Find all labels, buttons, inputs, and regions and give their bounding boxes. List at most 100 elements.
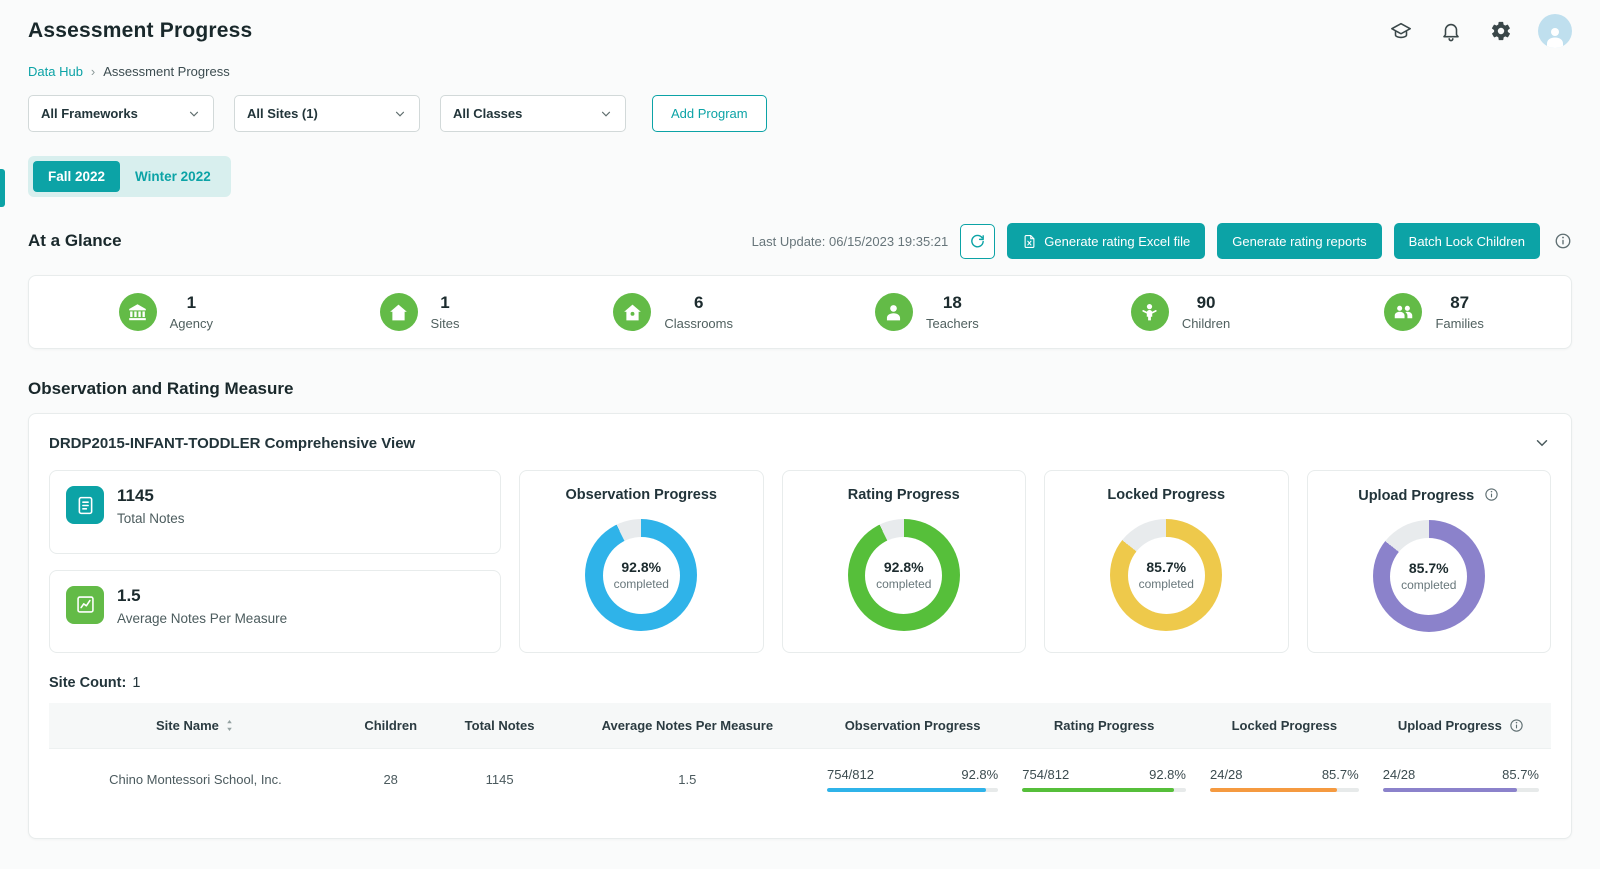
- glance-actions: Last Update: 06/15/2023 19:35:21 Generat…: [752, 223, 1572, 259]
- last-update-text: Last Update: 06/15/2023 19:35:21: [751, 233, 949, 249]
- donut-title: Rating Progress: [847, 487, 960, 503]
- stat-classrooms: 6 Classrooms: [546, 293, 800, 331]
- locked-progress-card: Locked Progress 85.7% completed: [1044, 470, 1289, 653]
- total-notes-card: 1145 Total Notes: [49, 470, 501, 554]
- cell-observation-progress: 754/812 92.8%: [814, 748, 1011, 810]
- graduation-cap-icon[interactable]: [1390, 20, 1412, 42]
- donut-subtext: completed: [1138, 577, 1194, 591]
- donut-subtext: completed: [876, 577, 932, 591]
- info-icon[interactable]: [1484, 487, 1499, 502]
- column-upload-progress: Upload Progress: [1371, 703, 1551, 749]
- average-notes-card: 1.5 Average Notes Per Measure: [49, 569, 501, 653]
- column-rating-progress: Rating Progress: [1053, 718, 1155, 733]
- cell-children: 28: [341, 748, 440, 810]
- progress-fraction: 24/28: [1382, 767, 1416, 782]
- bank-icon: [118, 293, 157, 331]
- info-icon[interactable]: [1554, 232, 1572, 250]
- upload-progress-donut: 85.7% completed: [1372, 520, 1485, 632]
- add-program-button[interactable]: Add Program: [652, 95, 767, 132]
- table-row: Chino Montessori School, Inc. 28 1145 1.…: [49, 748, 1551, 810]
- classes-select[interactable]: All Classes: [440, 95, 626, 132]
- measure-icon: [66, 585, 104, 624]
- stat-value: 1: [440, 293, 450, 312]
- locked-progress-bar: [1209, 788, 1359, 792]
- column-total-notes: Total Notes: [464, 718, 535, 733]
- filter-bar: All Frameworks All Sites (1) All Classes…: [28, 95, 1572, 132]
- stat-children: 90 Children: [1054, 293, 1308, 331]
- frameworks-select-value: All Frameworks: [41, 106, 138, 121]
- stat-sites: 1 Sites: [293, 293, 547, 331]
- stat-value: 87: [1450, 293, 1470, 312]
- refresh-button[interactable]: [960, 223, 996, 259]
- at-a-glance-title: At a Glance: [28, 231, 122, 250]
- top-bar: Assessment Progress: [28, 0, 1572, 48]
- home-icon: [379, 293, 418, 331]
- donut-title: Locked Progress: [1107, 487, 1226, 503]
- sites-select[interactable]: All Sites (1): [234, 95, 420, 132]
- stat-value: 6: [693, 293, 704, 312]
- chevron-down-icon[interactable]: [1533, 434, 1551, 452]
- person-icon: [874, 293, 913, 331]
- chevron-down-icon: [187, 107, 201, 121]
- progress-fraction: 754/812: [826, 767, 874, 782]
- chevron-down-icon: [393, 107, 407, 121]
- donut-title: Upload Progress: [1318, 487, 1541, 504]
- frameworks-select[interactable]: All Frameworks: [28, 95, 214, 132]
- observation-section-title: Observation and Rating Measure: [28, 379, 294, 398]
- tab-fall-2022[interactable]: Fall 2022: [33, 161, 121, 192]
- info-icon[interactable]: [1509, 718, 1524, 733]
- generate-reports-button[interactable]: Generate rating reports: [1217, 223, 1382, 259]
- cell-average-notes: 1.5: [559, 748, 815, 810]
- table-header-row: Site Name Children Total Notes Average N…: [49, 703, 1551, 749]
- summary-column: 1145 Total Notes 1.5 Average Notes Per M…: [49, 470, 501, 653]
- framework-card-title: DRDP2015-INFANT-TODDLER Comprehensive Vi…: [49, 434, 416, 452]
- breadcrumb-data-hub[interactable]: Data Hub: [28, 64, 83, 79]
- generate-excel-button[interactable]: Generate rating Excel file: [1007, 223, 1206, 259]
- donut-title: Observation Progress: [565, 487, 718, 503]
- framework-card-header[interactable]: DRDP2015-INFANT-TODDLER Comprehensive Vi…: [49, 434, 1551, 452]
- stat-label: Families: [1435, 316, 1484, 331]
- progress-percent: 92.8%: [961, 767, 999, 782]
- breadcrumb: Data Hub › Assessment Progress: [28, 64, 1572, 79]
- progress-percent: 92.8%: [1149, 767, 1186, 782]
- family-icon: [1384, 293, 1423, 331]
- site-count-label: Site Count:: [49, 675, 127, 691]
- donut-percent: 92.8%: [883, 559, 924, 575]
- page-title: Assessment Progress: [28, 19, 253, 42]
- child-icon: [1130, 293, 1169, 331]
- observation-progress-donut: 92.8% completed: [585, 519, 698, 631]
- sites-table: Site Name Children Total Notes Average N…: [49, 703, 1551, 810]
- framework-card: DRDP2015-INFANT-TODDLER Comprehensive Vi…: [28, 413, 1572, 839]
- stat-value: 90: [1196, 293, 1216, 312]
- observation-progress-card: Observation Progress 92.8% completed: [519, 470, 764, 653]
- site-count-value: 1: [132, 675, 141, 691]
- column-site-name[interactable]: Site Name: [49, 703, 342, 749]
- rating-progress-card: Rating Progress 92.8% completed: [781, 470, 1026, 653]
- cell-site-name: Chino Montessori School, Inc.: [49, 748, 342, 810]
- classes-select-value: All Classes: [453, 106, 523, 121]
- gear-icon[interactable]: [1490, 20, 1512, 42]
- cell-locked-progress: 24/28 85.7%: [1197, 748, 1371, 810]
- rating-progress-bar: [1022, 788, 1186, 792]
- stat-label: Children: [1181, 316, 1231, 331]
- batch-lock-children-button[interactable]: Batch Lock Children: [1393, 223, 1540, 259]
- cell-total-notes: 1145: [439, 748, 560, 810]
- donut-percent: 85.7%: [1408, 560, 1449, 576]
- at-a-glance-header: At a Glance Last Update: 06/15/2023 19:3…: [28, 223, 1572, 259]
- stat-teachers: 18 Teachers: [800, 293, 1054, 331]
- at-a-glance-stats-card: 1 Agency 1 Sites 6 Classrooms 18 Teacher…: [28, 275, 1572, 349]
- donut-percent: 85.7%: [1146, 559, 1187, 575]
- sites-select-value: All Sites (1): [247, 106, 318, 121]
- tab-winter-2022[interactable]: Winter 2022: [120, 161, 226, 192]
- locked-progress-donut: 85.7% completed: [1110, 519, 1223, 631]
- average-notes-value: 1.5: [117, 585, 141, 605]
- sort-icon[interactable]: [224, 719, 235, 732]
- column-average-notes: Average Notes Per Measure: [601, 718, 774, 733]
- user-avatar[interactable]: [1538, 14, 1572, 48]
- topbar-icons: [1362, 14, 1572, 48]
- stat-value: 1: [186, 293, 197, 312]
- column-observation-progress: Observation Progress: [844, 718, 981, 733]
- bell-icon[interactable]: [1440, 20, 1462, 42]
- total-notes-label: Total Notes: [117, 511, 185, 526]
- term-tabs: Fall 2022 Winter 2022: [28, 156, 231, 197]
